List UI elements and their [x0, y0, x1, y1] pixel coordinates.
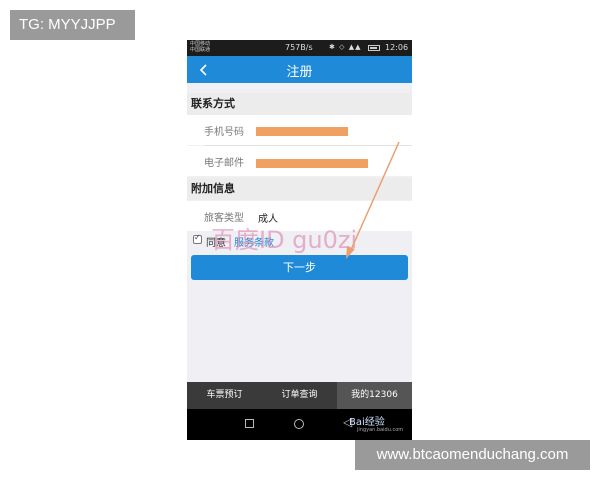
tab-my-12306[interactable]: 我的12306 [337, 382, 412, 409]
tab-bar: 车票预订 订单查询 我的12306 [187, 382, 412, 409]
android-nav-bar: ◁ Bai经验 jingyan.baidu.com [187, 409, 412, 440]
tab-order-query[interactable]: 订单查询 [262, 382, 337, 409]
baidu-jingyan-url: jingyan.baidu.com [357, 427, 404, 433]
home-icon[interactable] [294, 419, 304, 429]
site-label: www.btcaomenduchang.com [355, 440, 590, 470]
baidu-jingyan-logo: Bai经验 [349, 417, 385, 428]
tab-ticket-booking[interactable]: 车票预订 [187, 382, 262, 409]
recent-apps-icon[interactable] [245, 419, 254, 428]
tg-label: TG: MYYJJPP [10, 10, 135, 40]
phone-screen: 中国移动 中国联通 757B/s ✱ ◇ ▲▲ 12:06 注册 联系方式 手机… [187, 40, 412, 440]
annotation-arrow-icon [346, 141, 400, 259]
